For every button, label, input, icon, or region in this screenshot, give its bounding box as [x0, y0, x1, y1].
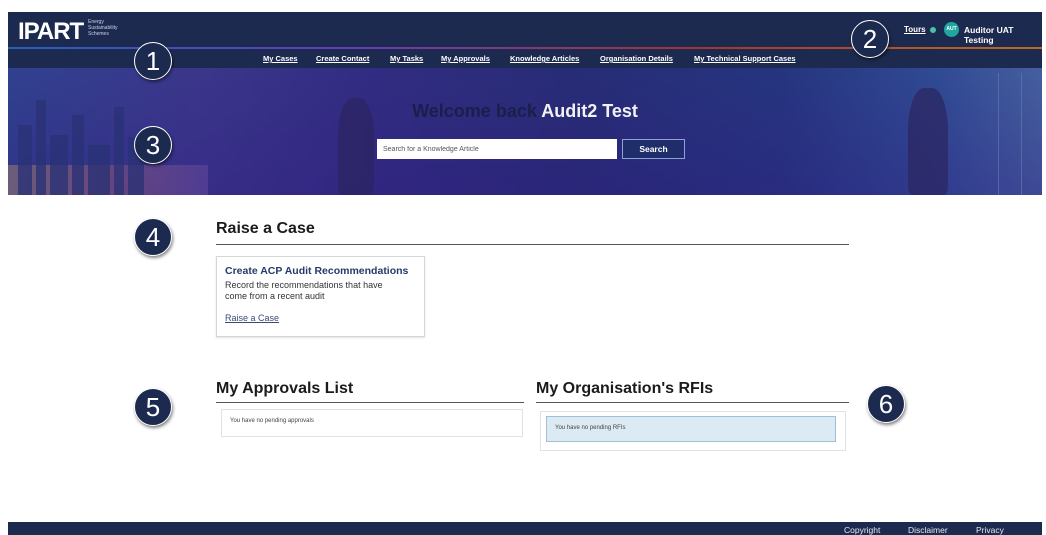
- search-button[interactable]: Search: [622, 139, 685, 159]
- building-shape: [72, 115, 84, 195]
- logo-subtitle: Energy Sustainability Schemes: [88, 19, 118, 37]
- section-divider: [216, 402, 524, 403]
- raise-case-link[interactable]: Raise a Case: [225, 313, 279, 323]
- nav-technical-support-cases[interactable]: My Technical Support Cases: [694, 54, 796, 63]
- step-marker-3: 3: [134, 126, 172, 164]
- nav-my-approvals[interactable]: My Approvals: [441, 54, 490, 63]
- knowledge-search-input[interactable]: [377, 139, 617, 159]
- step-marker-6: 6: [867, 385, 905, 423]
- welcome-heading: Welcome back Audit2 Test: [8, 101, 1042, 122]
- approvals-empty-message: You have no pending approvals: [221, 409, 523, 437]
- tours-link[interactable]: Tours: [904, 25, 926, 34]
- welcome-user-name: Audit2 Test: [541, 101, 638, 121]
- section-divider: [536, 402, 849, 403]
- step-marker-1: 1: [134, 42, 172, 80]
- building-shape: [88, 145, 110, 195]
- case-card-description: Record the recommendations that have com…: [225, 280, 383, 301]
- nav-my-cases[interactable]: My Cases: [263, 54, 298, 63]
- case-card-title: Create ACP Audit Recommendations: [225, 265, 409, 277]
- nav-my-tasks[interactable]: My Tasks: [390, 54, 423, 63]
- raise-case-heading: Raise a Case: [216, 220, 315, 237]
- step-marker-4: 4: [134, 218, 172, 256]
- approvals-heading: My Approvals List: [216, 380, 354, 397]
- page: IPART Energy Sustainability Schemes Tour…: [8, 12, 1042, 535]
- nav-create-contact[interactable]: Create Contact: [316, 54, 369, 63]
- user-avatar[interactable]: AUT: [944, 22, 959, 37]
- footer-privacy-link[interactable]: Privacy: [976, 525, 1004, 535]
- building-shape: [50, 135, 68, 195]
- footer: Copyright Disclaimer Privacy: [8, 522, 1042, 535]
- rfis-empty-message: You have no pending RFIs: [546, 416, 836, 442]
- welcome-prefix: Welcome back: [412, 101, 537, 121]
- tours-status-icon: [930, 27, 936, 33]
- nav-organisation-details[interactable]: Organisation Details: [600, 54, 673, 63]
- footer-copyright-link[interactable]: Copyright: [844, 525, 880, 535]
- rfis-heading: My Organisation's RFIs: [536, 380, 714, 397]
- step-marker-2: 2: [851, 20, 889, 58]
- ipart-logo[interactable]: IPART: [18, 18, 84, 46]
- step-marker-5: 5: [134, 388, 172, 426]
- power-tower: [998, 73, 1022, 195]
- case-card[interactable]: Create ACP Audit Recommendations Record …: [216, 256, 425, 337]
- nav-knowledge-articles[interactable]: Knowledge Articles: [510, 54, 579, 63]
- user-name[interactable]: Auditor UAT Testing: [964, 25, 1042, 45]
- section-divider: [216, 244, 849, 245]
- building-shape: [18, 125, 32, 195]
- footer-disclaimer-link[interactable]: Disclaimer: [908, 525, 948, 535]
